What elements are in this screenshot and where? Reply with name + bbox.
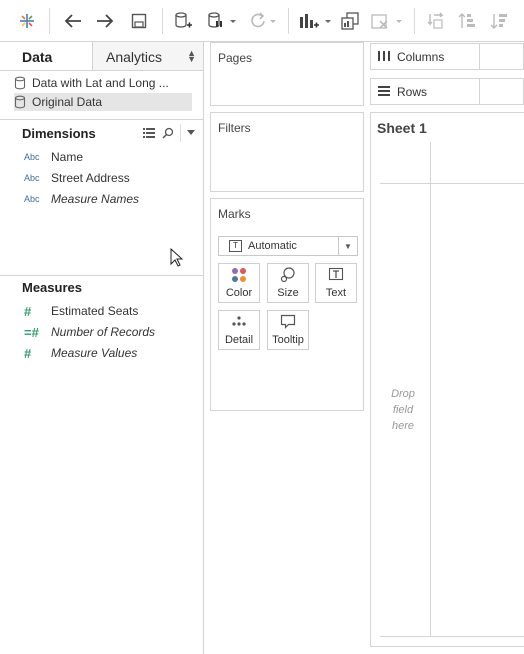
tab-data[interactable]: Data: [0, 42, 92, 70]
field-name: Name: [51, 150, 84, 164]
new-worksheet-icon[interactable]: [297, 8, 333, 34]
refresh-icon[interactable]: [243, 8, 279, 34]
search-icon[interactable]: [162, 127, 174, 139]
calculated-number-icon: =#: [24, 324, 39, 340]
view-as-list-icon[interactable]: [143, 127, 155, 139]
field-name: Measure Values: [51, 346, 138, 360]
header-divider: [380, 183, 524, 184]
measure-field[interactable]: # Measure Values: [24, 344, 137, 362]
field-name: Estimated Seats: [51, 304, 139, 318]
color-button[interactable]: Color: [218, 263, 260, 303]
pages-card[interactable]: Pages: [210, 42, 364, 106]
filters-title: Filters: [218, 121, 251, 135]
database-icon: [14, 95, 26, 109]
toolbar: [0, 0, 524, 42]
color-label: Color: [225, 287, 253, 299]
dimensions-title: Dimensions: [22, 126, 96, 141]
database-icon: [14, 76, 26, 90]
back-arrow-icon[interactable]: [60, 8, 86, 34]
pages-title: Pages: [218, 51, 253, 65]
text-icon: [328, 266, 344, 284]
tab-analytics-label: Analytics: [106, 49, 163, 65]
measures-title: Measures: [22, 280, 82, 295]
swap-rows-columns-icon[interactable]: [424, 8, 448, 34]
color-palette-icon: [231, 266, 247, 284]
measure-field[interactable]: =# Number of Records: [24, 323, 155, 341]
number-type-icon: #: [24, 303, 32, 319]
save-icon[interactable]: [126, 8, 152, 34]
number-type-icon: #: [24, 345, 32, 361]
tooltip-label: Tooltip: [272, 334, 304, 346]
forward-arrow-icon[interactable]: [92, 8, 118, 34]
footer-divider: [380, 636, 524, 637]
field-name: Measure Names: [51, 192, 140, 206]
tab-analytics[interactable]: Analytics ▲ ▼: [92, 42, 203, 70]
worksheet-view[interactable]: [370, 112, 524, 647]
sort-ascending-icon[interactable]: [455, 8, 479, 34]
columns-shelf[interactable]: Columns: [370, 43, 524, 70]
tooltip-button[interactable]: Tooltip: [267, 310, 309, 350]
duplicate-sheet-icon[interactable]: [338, 8, 362, 34]
datasource-item[interactable]: Data with Lat and Long ...: [14, 74, 192, 92]
pane-tabs: Data Analytics ▲ ▼: [0, 42, 203, 71]
detail-dots-icon: [231, 313, 247, 331]
chevron-down-icon[interactable]: ▼: [338, 237, 357, 255]
marks-card: Marks T Automatic ▼ Color Size Text Deta…: [210, 198, 364, 411]
datasource-item-selected[interactable]: Original Data: [14, 93, 192, 111]
text-mark-icon: T: [229, 240, 242, 252]
field-name: Street Address: [51, 171, 130, 185]
rows-shelf[interactable]: Rows: [370, 78, 524, 105]
filters-card[interactable]: Filters: [210, 112, 364, 192]
mark-type-value: Automatic: [248, 240, 297, 252]
field-name: Number of Records: [51, 325, 156, 339]
string-type-icon: Abc: [24, 152, 40, 162]
datasource-label: Data with Lat and Long ...: [32, 76, 169, 90]
text-button[interactable]: Text: [315, 263, 357, 303]
string-type-icon: Abc: [24, 194, 40, 204]
mouse-cursor-icon: [170, 248, 184, 267]
tableau-logo-icon[interactable]: [14, 8, 40, 34]
chevron-down-icon[interactable]: [187, 130, 195, 136]
columns-icon: [378, 50, 390, 65]
tooltip-icon: [280, 313, 296, 331]
mark-type-dropdown[interactable]: T Automatic ▼: [218, 236, 358, 256]
size-label: Size: [277, 287, 299, 299]
clear-sheet-icon[interactable]: [368, 8, 404, 34]
detail-button[interactable]: Detail: [218, 310, 260, 350]
size-icon: [280, 266, 296, 284]
columns-label: Columns: [397, 50, 445, 64]
text-label: Text: [325, 287, 347, 299]
drop-field-hint[interactable]: Drop field here: [383, 386, 423, 434]
drop-hint-line: field: [392, 404, 414, 416]
tab-scroll-icon[interactable]: ▲ ▼: [187, 49, 196, 64]
new-datasource-icon[interactable]: [172, 8, 194, 34]
rows-label: Rows: [397, 85, 428, 99]
drop-hint-line: here: [391, 420, 415, 432]
row-header-divider: [430, 142, 431, 636]
dimension-field[interactable]: Abc Name: [24, 148, 83, 166]
size-button[interactable]: Size: [267, 263, 309, 303]
rows-icon: [378, 85, 390, 100]
pause-datasource-icon[interactable]: [203, 8, 239, 34]
dimension-field[interactable]: Abc Measure Names: [24, 190, 139, 208]
measure-field[interactable]: # Estimated Seats: [24, 302, 138, 320]
data-pane: Data Analytics ▲ ▼ Data with Lat and Long…: [0, 42, 204, 654]
string-type-icon: Abc: [24, 173, 40, 183]
sort-descending-icon[interactable]: [487, 8, 511, 34]
sheet-title[interactable]: Sheet 1: [377, 120, 427, 136]
drop-hint-line: Drop: [391, 388, 415, 400]
marks-title: Marks: [218, 207, 251, 221]
dimension-field[interactable]: Abc Street Address: [24, 169, 130, 187]
datasource-label: Original Data: [32, 95, 103, 109]
detail-label: Detail: [224, 334, 254, 346]
